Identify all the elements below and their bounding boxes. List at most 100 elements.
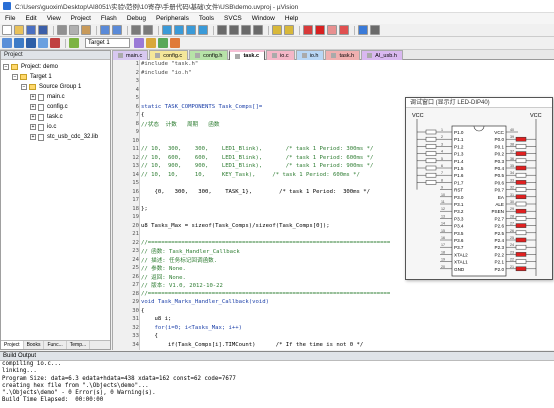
config-icon[interactable] [370, 25, 380, 35]
next-bookmark-icon[interactable] [186, 25, 196, 35]
cut-icon[interactable] [57, 25, 67, 35]
target-options-icon[interactable] [134, 38, 144, 48]
collapse-icon[interactable]: − [21, 84, 27, 90]
menu-view[interactable]: View [42, 15, 66, 22]
editor-tab[interactable]: main.c [112, 50, 149, 60]
expand-icon[interactable]: + [30, 94, 36, 100]
expand-icon[interactable]: + [30, 104, 36, 110]
led-lit [515, 208, 527, 214]
tree-item[interactable]: − Source Group 1 [1, 82, 110, 92]
code-text: //状态 计数 周期 函数 [141, 121, 220, 128]
target-select[interactable]: Target 1 [85, 38, 130, 48]
editor-tab[interactable]: io.h [295, 50, 325, 60]
debug-session-icon[interactable] [303, 25, 313, 35]
led [425, 136, 437, 142]
new-file-icon[interactable] [2, 25, 12, 35]
open-file-icon[interactable] [14, 25, 24, 35]
led [515, 259, 527, 264]
save-all-icon[interactable] [38, 25, 48, 35]
disable-breakpoint-icon[interactable] [327, 25, 337, 35]
batch-build-icon[interactable] [38, 38, 48, 48]
find-in-files-icon[interactable] [272, 25, 282, 35]
left-pin-label: P1.7 [454, 180, 464, 185]
bookmark-icon[interactable] [162, 25, 172, 35]
tree-item[interactable]: + task.c [1, 112, 110, 122]
pack-installer-icon[interactable] [170, 38, 180, 48]
menu-window[interactable]: Window [247, 15, 280, 22]
menu-file[interactable]: File [0, 15, 20, 22]
editor-tab[interactable]: task.c [229, 50, 266, 60]
save-icon[interactable] [26, 25, 36, 35]
line-number: 29 [132, 299, 139, 306]
left-pin-label: GND [454, 267, 465, 272]
expand-icon[interactable]: + [30, 134, 36, 140]
manage-components-icon[interactable] [158, 38, 168, 48]
editor-tab[interactable]: config.h [189, 50, 229, 60]
tree-item[interactable]: + io.c [1, 122, 110, 132]
right-pin-label: EA [498, 195, 505, 200]
led [425, 172, 437, 178]
left-pin-number: 17 [441, 243, 445, 247]
led [515, 187, 527, 192]
tree-item[interactable]: + main.c [1, 92, 110, 102]
uncomment-icon[interactable] [253, 25, 263, 35]
menu-flash[interactable]: Flash [96, 15, 122, 22]
panel-tab-func[interactable]: Func... [44, 341, 67, 349]
kill-breakpoints-icon[interactable] [339, 25, 349, 35]
menu-project[interactable]: Project [66, 15, 96, 22]
panel-tab-temp[interactable]: Temp... [67, 341, 91, 349]
menu-peripherals[interactable]: Peripherals [151, 15, 194, 22]
expand-icon[interactable]: + [30, 114, 36, 120]
right-pin-label: PSEN [491, 209, 504, 214]
stop-build-icon[interactable] [50, 38, 60, 48]
code-text: static TASK_COMPONENTS Task_Comps[]= [141, 103, 263, 110]
window-layout-icon[interactable] [358, 25, 368, 35]
collapse-icon[interactable]: − [3, 64, 9, 70]
copy-icon[interactable] [69, 25, 79, 35]
menu-tools[interactable]: Tools [194, 15, 219, 22]
left-pin-label: RST [454, 188, 463, 193]
download-icon[interactable] [69, 38, 79, 48]
find-icon[interactable] [284, 25, 294, 35]
menu-debug[interactable]: Debug [122, 15, 151, 22]
menu-edit[interactable]: Edit [20, 15, 41, 22]
comment-icon[interactable] [241, 25, 251, 35]
tree-item[interactable]: + config.c [1, 102, 110, 112]
undo-icon[interactable] [100, 25, 110, 35]
rebuild-icon[interactable] [26, 38, 36, 48]
menu-help[interactable]: Help [280, 15, 303, 22]
redo-icon[interactable] [112, 25, 122, 35]
code-text: // 10, 300, 300, LED1_Blink), /* task 1 … [141, 146, 374, 153]
led-simulator-window[interactable]: 调试窗口 (显示灯 LED-DIP40) VCC VCC P1.0 1 P1.1 2 P1.… [405, 97, 553, 280]
file-extensions-icon[interactable] [146, 38, 156, 48]
tree-item[interactable]: − Target 1 [1, 72, 110, 82]
editor-tab[interactable]: config.c [149, 50, 189, 60]
expand-icon[interactable]: + [30, 124, 36, 130]
menu-svcs[interactable]: SVCS [219, 15, 247, 22]
clear-bookmarks-icon[interactable] [198, 25, 208, 35]
editor-tab[interactable]: AI_usb.h [361, 50, 403, 60]
translate-icon[interactable] [2, 38, 12, 48]
build-icon[interactable] [14, 38, 24, 48]
indent-icon[interactable] [217, 25, 227, 35]
breakpoint-icon[interactable] [315, 25, 325, 35]
panel-tab-project[interactable]: Project [1, 341, 24, 349]
panel-tab-books[interactable]: Books [24, 341, 45, 349]
unindent-icon[interactable] [229, 25, 239, 35]
paste-icon[interactable] [81, 25, 91, 35]
editor-tab[interactable]: task.h [325, 50, 361, 60]
tree-item[interactable]: + stc_usb_cdc_32.lib [1, 132, 110, 142]
editor-tab[interactable]: io.c [266, 50, 295, 60]
right-pin-number: 26 [510, 229, 514, 233]
prev-bookmark-icon[interactable] [174, 25, 184, 35]
back-icon[interactable] [131, 25, 141, 35]
right-pin-number: 27 [510, 222, 514, 226]
forward-icon[interactable] [143, 25, 153, 35]
file-icon [38, 123, 44, 131]
right-pin-number: 24 [510, 243, 514, 247]
code-text: { [141, 307, 145, 314]
tree-item[interactable]: − Project: demo [1, 62, 110, 72]
right-pin-number: 28 [510, 214, 514, 218]
collapse-icon[interactable]: − [12, 74, 18, 80]
project-tree: − Project: demo − Target 1− Source Group 1 + m… [1, 60, 110, 142]
